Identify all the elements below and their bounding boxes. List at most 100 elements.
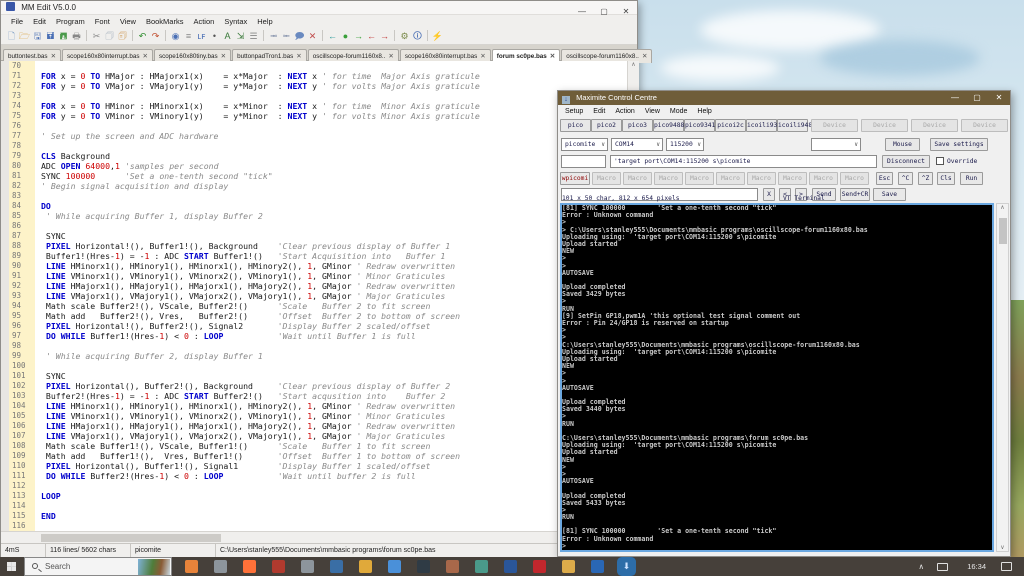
tab-close-icon[interactable]: ✕ (480, 53, 485, 60)
mcc-menu-edit[interactable]: Edit (588, 105, 610, 118)
dot-icon[interactable]: • (208, 30, 221, 43)
find-icon[interactable]: ◉ (169, 30, 182, 43)
send-button-x[interactable]: X (763, 188, 775, 201)
copy-icon[interactable]: 🗇 (103, 30, 116, 43)
print-icon[interactable]: 🖶 (70, 30, 83, 43)
send-button-save[interactable]: Save (873, 188, 906, 201)
taskbar-opera-icon[interactable] (533, 560, 546, 573)
help-icon[interactable]: 🛈 (411, 30, 424, 43)
ctrl-button-ctrl-c[interactable]: ^C (898, 172, 913, 185)
news-widget-thumbnail[interactable] (138, 559, 170, 575)
paste-icon[interactable]: 🗊 (116, 30, 129, 43)
taskbar-yellow-app-icon[interactable] (359, 560, 372, 573)
search-input[interactable]: Search (24, 557, 172, 576)
editor-horizontal-scrollbar[interactable] (1, 531, 639, 543)
mcc-titlebar[interactable]: ↓ Maximite Control Centre —▢✕ (558, 91, 1010, 105)
mcc-menu-help[interactable]: Help (692, 105, 716, 118)
list-icon[interactable]: ≡ (182, 30, 195, 43)
taskbar-notepad-icon[interactable] (330, 560, 343, 573)
cut-icon[interactable]: ✂ (90, 30, 103, 43)
taskbar-camera-icon[interactable] (272, 560, 285, 573)
clock[interactable]: 16:34 (967, 557, 986, 576)
tab-close-icon[interactable]: ✕ (221, 53, 226, 60)
undo-icon[interactable]: ↶ (136, 30, 149, 43)
back-icon[interactable]: ← (326, 30, 339, 43)
scroll-down-icon[interactable]: ∨ (997, 544, 1008, 551)
jump-fwd-icon[interactable]: → (378, 30, 391, 43)
save-settings-button[interactable]: Save settings (930, 138, 988, 151)
target-port-input[interactable]: 'target port\COM14:115200 s\picomite (610, 155, 877, 168)
save-as-icon[interactable]: 🖬 (44, 30, 57, 43)
mcc-menu-mode[interactable]: Mode (665, 105, 693, 118)
menu-bookmarks[interactable]: BookMarks (141, 15, 189, 28)
taskbar-edge-icon[interactable] (185, 560, 198, 573)
taskbar-firefox-icon[interactable] (243, 560, 256, 573)
redo-icon[interactable]: ↷ (149, 30, 162, 43)
flash-icon[interactable]: ⚡ (431, 30, 444, 43)
build-icon[interactable]: ⚙ (398, 30, 411, 43)
macro-button-wpicomi[interactable]: wpicomi (560, 172, 590, 185)
taskbar-chrome-icon[interactable] (388, 560, 401, 573)
mmedit-titlebar[interactable]: MM Edit V5.0.0 (1, 1, 637, 15)
ctrl-button-esc[interactable]: Esc (876, 172, 893, 185)
menu-action[interactable]: Action (188, 15, 219, 28)
outline-icon[interactable]: ☰ (247, 30, 260, 43)
indent-icon[interactable]: ⭲ (267, 30, 280, 43)
code-text[interactable]: FOR x = 0 TO HMajor : HMajorx1(x) = x*Ma… (41, 61, 627, 531)
mcc-menu-action[interactable]: Action (610, 105, 639, 118)
ctrl-button-cls[interactable]: Cls (937, 172, 955, 185)
code-editor[interactable]: 7071727374757677787980818283848586878889… (1, 61, 627, 531)
extra-select[interactable]: ∨ (811, 138, 861, 151)
send-button-send-cr[interactable]: Send+CR (840, 188, 870, 201)
device-button-pico[interactable]: pico (560, 119, 591, 132)
minimize-icon[interactable]: — (944, 91, 966, 104)
new-file-icon[interactable]: 🗋 (5, 30, 18, 43)
scroll-up-icon[interactable]: ∧ (997, 204, 1008, 211)
menu-syntax[interactable]: Syntax (219, 15, 252, 28)
disconnect-button[interactable]: Disconnect (882, 155, 930, 168)
ctrl-button-run[interactable]: Run (960, 172, 983, 185)
taskbar-terminal-icon[interactable] (417, 560, 430, 573)
tab-close-icon[interactable]: ✕ (642, 53, 647, 60)
tab-close-icon[interactable]: ✕ (296, 53, 301, 60)
menu-view[interactable]: View (115, 15, 141, 28)
mcc-menu-setup[interactable]: Setup (560, 105, 588, 118)
lf-icon[interactable]: ʟꜰ (195, 30, 208, 43)
port-short-input[interactable] (561, 155, 606, 168)
menu-file[interactable]: File (6, 15, 28, 28)
maximize-icon[interactable]: ▢ (966, 91, 988, 104)
scroll-up-icon[interactable]: ∧ (628, 61, 639, 68)
terminal-scrollbar[interactable]: ∧ ∨ (996, 203, 1009, 552)
tab-close-icon[interactable]: ✕ (142, 53, 147, 60)
com-port-select[interactable]: COM14∨ (611, 138, 663, 151)
device-button-pico2[interactable]: pico2 (591, 119, 622, 132)
network-icon[interactable] (937, 563, 948, 571)
menu-font[interactable]: Font (90, 15, 115, 28)
device-button-icoili948[interactable]: icoili948 (777, 119, 808, 132)
jump-back-icon[interactable]: ← (365, 30, 378, 43)
tray-overflow-icon[interactable]: ∧ (919, 557, 925, 576)
save-all-icon[interactable]: 🖪 (57, 30, 70, 43)
comment-icon[interactable]: 🗩 (293, 30, 306, 43)
taskbar-paint-icon[interactable] (446, 560, 459, 573)
device-type-select[interactable]: picomite∨ (561, 138, 608, 151)
font-icon[interactable]: A (221, 30, 234, 43)
device-button-picoi2c[interactable]: picoi2c (715, 119, 746, 132)
tab-close-icon[interactable]: ✕ (550, 53, 555, 60)
uncomment-icon[interactable]: ✕ (306, 30, 319, 43)
taskbar-excel-icon[interactable] (504, 560, 517, 573)
close-icon[interactable]: ✕ (988, 91, 1010, 104)
forward-icon[interactable]: → (352, 30, 365, 43)
save-icon[interactable]: 🖫 (31, 30, 44, 43)
taskbar-explorer-icon[interactable] (562, 560, 575, 573)
start-button[interactable] (0, 557, 24, 576)
menu-program[interactable]: Program (51, 15, 90, 28)
menu-help[interactable]: Help (252, 15, 277, 28)
device-button-pico9341[interactable]: pico9341 (684, 119, 715, 132)
tab-close-icon[interactable]: ✕ (388, 53, 393, 60)
run-icon[interactable]: ● (339, 30, 352, 43)
scrollbar-thumb[interactable] (999, 218, 1007, 244)
taskbar-monitor2-icon[interactable] (301, 560, 314, 573)
override-checkbox[interactable] (936, 157, 944, 165)
taskbar-defender-icon[interactable] (591, 560, 604, 573)
